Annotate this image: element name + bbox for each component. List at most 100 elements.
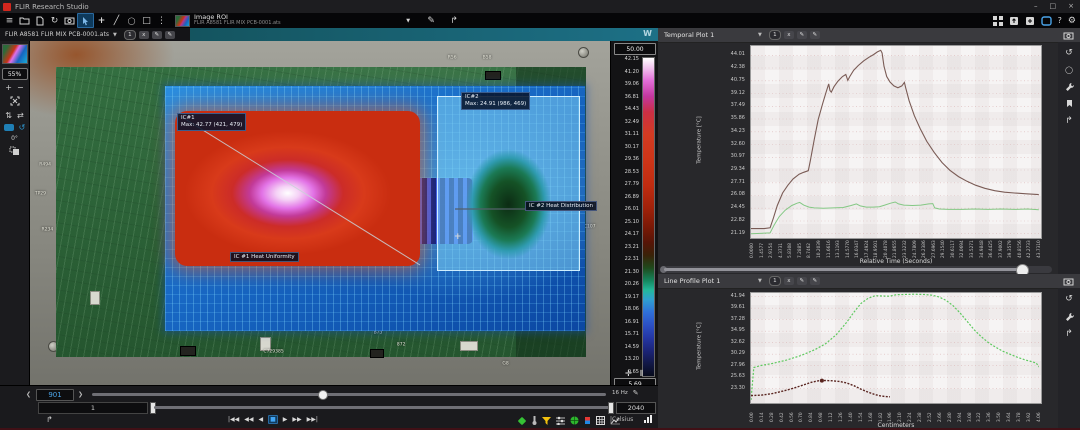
copy-image-icon[interactable] [9, 146, 20, 158]
roi-share-icon[interactable]: ↱ [447, 14, 462, 27]
profile-edit-button[interactable]: ✎ [797, 277, 807, 285]
adjust-sliders-icon[interactable] [556, 416, 565, 425]
fit-to-window-icon[interactable] [10, 96, 20, 108]
frame-next-button[interactable]: ❯ [78, 391, 83, 398]
profile-undo-icon[interactable]: ↺ [1065, 294, 1073, 304]
zoom-level[interactable]: 55% [2, 68, 28, 80]
close-button[interactable]: × [1068, 2, 1074, 10]
viewer-close-button[interactable]: x [139, 31, 149, 39]
camera-icon[interactable] [62, 14, 77, 27]
temporal-settings-wrench-icon[interactable] [1065, 82, 1074, 91]
line-profile-plot: Temperature [°C] 41.9439.6137.2834.9532.… [658, 288, 1080, 430]
pan-icon[interactable]: ✛ [625, 369, 632, 428]
temporal-dropdown-icon[interactable]: ▼ [758, 32, 762, 38]
temporal-bookmark-icon[interactable] [1066, 99, 1073, 108]
roi-dropdown-icon[interactable]: ▼ [401, 14, 416, 27]
palette-limits-icon[interactable] [584, 416, 591, 425]
temporal-lasso-icon[interactable]: ◯ [1065, 66, 1073, 74]
palette-colorbar[interactable] [642, 57, 655, 377]
zoom-out-icon[interactable]: − [17, 84, 24, 92]
cursor-tool[interactable] [77, 13, 94, 28]
move-tool[interactable]: + [94, 14, 109, 27]
roi-edit-icon[interactable]: ✎ [424, 14, 439, 27]
palette-icon[interactable] [4, 124, 14, 131]
thermal-overlay-region[interactable]: + IC#1 Max: 42.77 (421, 479) IC#2 Max: 2… [165, 86, 585, 331]
reset-view-icon[interactable]: ↺ [19, 124, 26, 132]
profile-plot-area[interactable] [750, 292, 1042, 404]
layout-grid-icon[interactable] [993, 16, 1003, 26]
temporal-plot-area[interactable] [750, 45, 1042, 239]
open-folder-icon[interactable] [17, 14, 32, 27]
file-icon[interactable] [32, 14, 47, 27]
flip-vertical-icon[interactable]: ⇅ [5, 112, 12, 120]
temporal-export-icon[interactable]: ↱ [1065, 116, 1073, 126]
temporal-undo-icon[interactable]: ↺ [1065, 48, 1073, 58]
scale-max-input[interactable]: 50.00 [614, 43, 656, 55]
menu-icon[interactable]: ≡ [2, 14, 17, 27]
profile-export-icon[interactable]: ↱ [1065, 329, 1073, 339]
ic2-roi-label[interactable]: IC#2 Max: 24.91 (986, 469) [461, 92, 530, 110]
temporal-scrollbar[interactable] [664, 266, 1052, 273]
main-toolbar: ≡ ↻ + ╱ ◯ □ ⋮ Image ROI FLIR A8581 FLIR … [0, 13, 1080, 28]
ic1-line-label[interactable]: IC #1 Heat Uniformity [230, 252, 299, 262]
temporal-edit-button[interactable]: ✎ [797, 31, 807, 39]
add-window-icon[interactable] [1025, 16, 1035, 26]
profile-dropdown-icon[interactable]: ▼ [758, 278, 762, 284]
active-window-icon[interactable] [1041, 16, 1052, 26]
upload-icon[interactable] [1009, 16, 1019, 26]
viewer-edit-button[interactable]: ✎ [152, 31, 162, 39]
globe-icon[interactable] [570, 416, 579, 425]
skip-to-start-button[interactable]: |◀◀ [228, 416, 239, 423]
temporal-count-badge: 1 [769, 30, 781, 40]
ic2-line-label[interactable]: IC #2 Heat Distribution [525, 201, 597, 211]
histogram-adjust-icon[interactable]: ⫴ [640, 369, 643, 428]
play-button[interactable]: ▶ [283, 416, 288, 423]
viewer-header: FLIR A8581 FLIR MIX PCB-0001.ats ▼ 1 x ✎… [0, 28, 658, 42]
sync-icon[interactable]: ↻ [47, 14, 62, 27]
stop-button[interactable]: ■ [268, 415, 278, 424]
viewer-annotate-button[interactable]: ✎ [165, 31, 175, 39]
tag-icon[interactable] [518, 416, 527, 425]
maximize-button[interactable]: □ [1050, 2, 1057, 10]
frame-prev-button[interactable]: ❮ [26, 391, 31, 398]
skip-to-end-button[interactable]: ▶▶| [307, 416, 318, 423]
trim-start-input[interactable]: 1 [38, 402, 148, 414]
profile-settings-wrench-icon[interactable] [1065, 312, 1074, 321]
timeline-slider[interactable] [92, 393, 606, 396]
fast-forward-button[interactable]: ▶▶ [292, 416, 301, 423]
current-frame-input[interactable]: 901 [36, 389, 74, 401]
help-icon[interactable]: ? [1058, 16, 1062, 25]
more-tools-icon[interactable]: ⋮ [154, 14, 169, 27]
profile-snapshot-icon[interactable] [1063, 277, 1074, 286]
settings-gear-icon[interactable]: ⚙ [1068, 16, 1076, 26]
ic1-roi-label[interactable]: IC#1 Max: 42.77 (421, 479) [177, 113, 246, 131]
profile-y-ticks: 41.9439.6137.2834.9532.6230.2927.9625.63… [716, 292, 748, 404]
trim-range-slider[interactable] [154, 406, 610, 409]
rect-tool[interactable]: □ [139, 14, 154, 27]
temporal-plot-toolbar: ↺ ◯ ↱ [1058, 42, 1080, 274]
thermometer-icon[interactable] [532, 415, 537, 425]
line-tool[interactable]: ╱ [109, 14, 124, 27]
minimize-button[interactable]: – [1034, 2, 1038, 10]
filter-icon[interactable] [542, 416, 551, 425]
thermal-image-viewport[interactable]: TP29R494R234R56B58C63C104C107C3543225C72… [30, 41, 610, 385]
profile-annotate-button[interactable]: ✎ [810, 277, 820, 285]
rewind-button[interactable]: ◀◀ [244, 416, 253, 423]
export-share-icon[interactable]: ↱ [46, 415, 53, 424]
rotation-control[interactable]: 0° [11, 136, 18, 142]
temporal-snapshot-icon[interactable] [1063, 31, 1074, 40]
viewer-file-dropdown-icon[interactable]: ▼ [113, 32, 117, 38]
flip-horizontal-icon[interactable]: ⇄ [17, 112, 24, 120]
timeline-slider-knob[interactable] [318, 390, 328, 400]
profile-plot-header: Line Profile Plot 1 ▼ 1 x ✎ ✎ [658, 274, 1080, 289]
viewer-file-select[interactable]: FLIR A8581 FLIR MIX PCB-0001.ats [5, 31, 109, 38]
step-back-button[interactable]: ◀ [258, 416, 263, 423]
table-icon[interactable] [596, 416, 605, 425]
temporal-close-button[interactable]: x [784, 31, 794, 39]
zoom-in-icon[interactable]: + [5, 84, 12, 92]
preview-thumbnail[interactable] [2, 44, 28, 64]
profile-close-button[interactable]: x [784, 277, 794, 285]
ellipse-tool[interactable]: ◯ [124, 14, 139, 27]
profile-count-badge: 1 [769, 276, 781, 286]
temporal-annotate-button[interactable]: ✎ [810, 31, 820, 39]
